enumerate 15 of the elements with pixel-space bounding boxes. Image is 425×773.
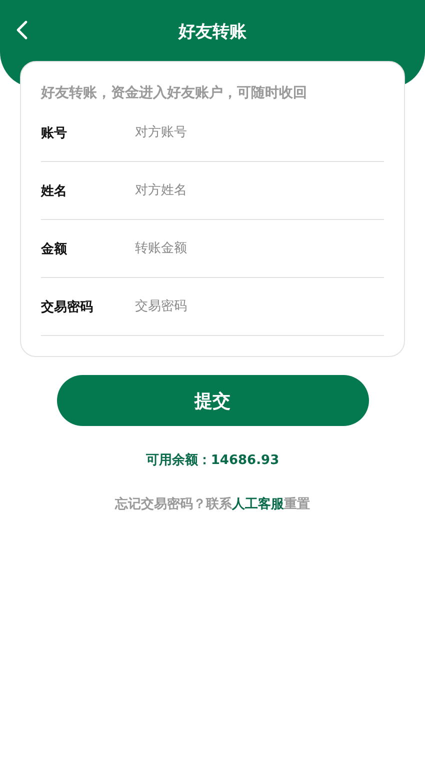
field-label: 交易密码: [41, 298, 94, 316]
field-label: 姓名: [41, 182, 68, 200]
back-icon[interactable]: [16, 20, 28, 40]
page-title: 好友转账: [178, 21, 246, 43]
field-label: 金额: [41, 240, 68, 258]
help-text: 忘记交易密码？联系人工客服重置: [114, 496, 311, 513]
input-field[interactable]: 对方账号: [135, 125, 384, 140]
balance-text: 可用余额：14686.93: [144, 452, 280, 469]
customer-service-link[interactable]: 人工客服: [232, 497, 284, 512]
input-field[interactable]: 对方姓名: [135, 183, 384, 198]
input-field[interactable]: 交易密码: [135, 299, 384, 314]
field-label: 账号: [41, 124, 68, 142]
submit-button[interactable]: 提交: [56, 375, 368, 426]
input-field[interactable]: 转账金额: [135, 241, 384, 256]
form-note: 好友转账，资金进入好友账户，可随时收回: [41, 84, 308, 102]
